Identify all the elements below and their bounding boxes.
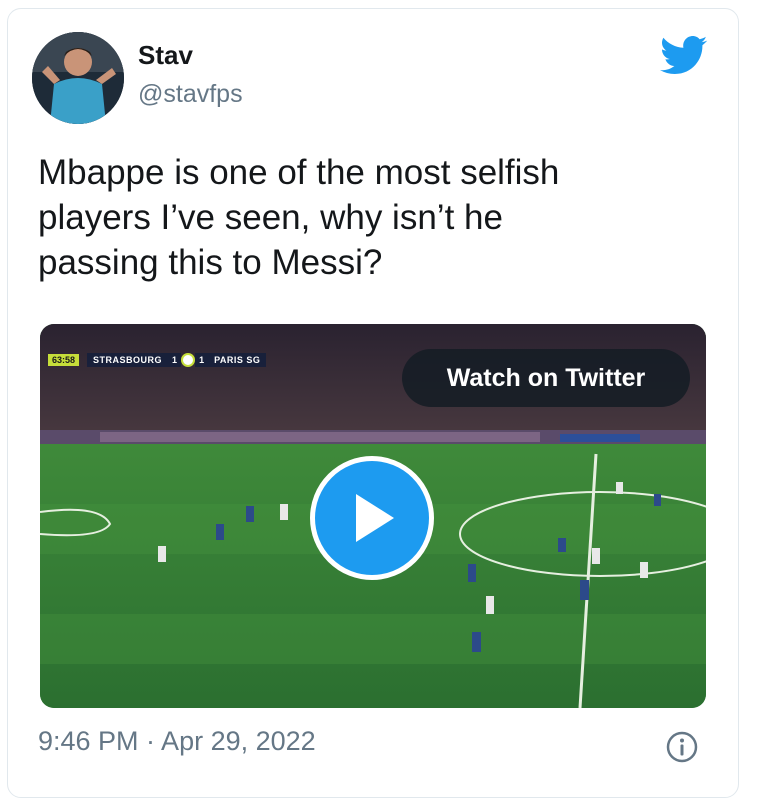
author-handle[interactable]: @stavfps [138, 80, 243, 109]
away-score: 1 [195, 353, 209, 367]
avatar[interactable] [32, 32, 124, 124]
match-clock: 63:58 [48, 354, 80, 366]
twitter-bird-icon[interactable] [660, 36, 708, 76]
away-team: PARIS SG [208, 353, 267, 367]
tweet-text-line: Mbappe is one of the most selfish [38, 153, 560, 192]
video-player[interactable]: 63:58 STRASBOURG 1 1 PARIS SG Watch on T… [40, 324, 706, 708]
league-logo-icon [181, 353, 196, 367]
watch-on-twitter-button[interactable]: Watch on Twitter [402, 349, 690, 407]
home-team: STRASBOURG [87, 353, 169, 367]
author-name[interactable]: Stav [138, 40, 193, 71]
info-icon[interactable] [665, 730, 699, 764]
tweet-text-line: passing this to Messi? [38, 243, 383, 282]
scoreboard: 63:58 STRASBOURG 1 1 PARIS SG [48, 352, 267, 368]
player-avatar-image [32, 32, 124, 124]
play-button[interactable] [310, 456, 434, 580]
tweet-timestamp[interactable]: 9:46 PM · Apr 29, 2022 [38, 726, 316, 757]
tweet-text: Mbappe is one of the most selfish player… [38, 150, 698, 285]
home-score: 1 [168, 353, 182, 367]
play-icon [356, 494, 394, 542]
tweet-text-line: players I’ve seen, why isn’t he [38, 198, 503, 237]
